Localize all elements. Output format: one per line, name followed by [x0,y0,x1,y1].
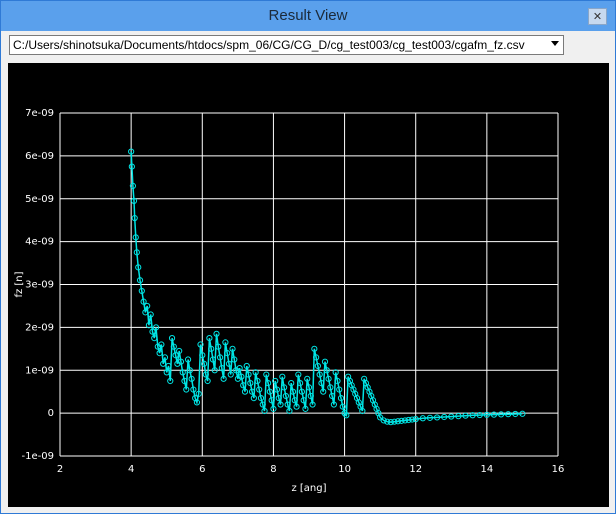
y-tick-label: 0 [48,408,54,419]
x-tick-label: 16 [552,464,565,475]
chevron-down-icon[interactable] [551,41,559,46]
y-tick-label: 2e-09 [25,322,54,333]
x-tick-label: 6 [199,464,205,475]
y-tick-label: -1e-09 [22,451,54,462]
fz-chart: 2 4 6 8 10 12 14 16 -1e-09 0 1e-09 2e-09 3e-09 4e-09 5… [14,108,565,494]
x-tick-label: 4 [128,464,134,475]
y-tick-label: 3e-09 [25,280,54,291]
x-axis-label: z [ang] [291,483,326,494]
toolbar: C:/Users/shinotsuka/Documents/htdocs/spm… [1,31,615,59]
plot-area: 2 4 6 8 10 12 14 16 -1e-09 0 1e-09 2e-09 3e-09 4e-09 5… [8,63,609,507]
series-line [130,151,523,423]
x-tick-label: 8 [270,464,276,475]
file-path-value: C:/Users/shinotsuka/Documents/htdocs/spm… [13,38,525,52]
result-view-window: Result View ✕ C:/Users/shinotsuka/Docume… [0,0,616,514]
y-axis-label: fz [n] [14,271,25,297]
x-tick-label: 14 [480,464,493,475]
x-tick-label: 12 [409,464,422,475]
close-icon: ✕ [592,11,603,23]
title-bar[interactable]: Result View ✕ [1,1,615,31]
y-tick-label: 6e-09 [25,151,54,162]
file-path-dropdown[interactable]: C:/Users/shinotsuka/Documents/htdocs/spm… [9,35,564,55]
x-tick-label: 10 [338,464,351,475]
window-title: Result View [268,7,348,24]
close-button[interactable]: ✕ [588,8,607,25]
y-tick-label: 5e-09 [25,194,54,205]
y-tick-label: 4e-09 [25,237,54,248]
x-tick-label: 2 [57,464,63,475]
y-tick-label: 7e-09 [25,108,54,119]
y-tick-label: 1e-09 [25,365,54,376]
